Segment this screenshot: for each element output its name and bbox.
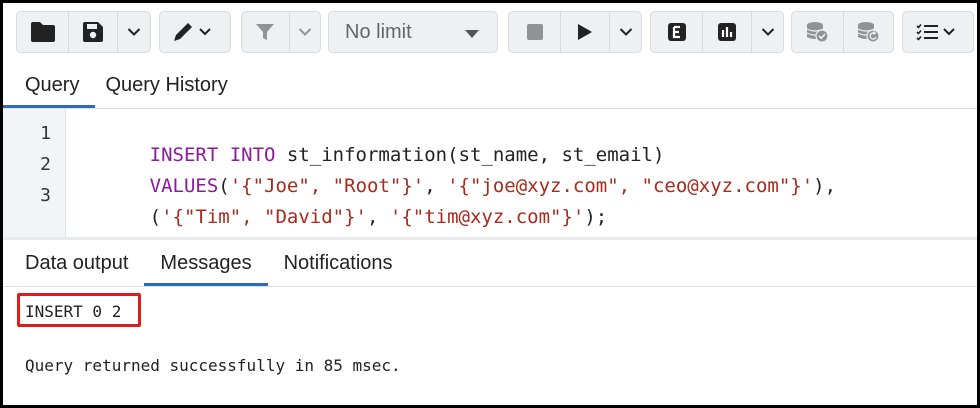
tab-query[interactable]: Query [3, 63, 96, 108]
filter-options-dropdown[interactable] [288, 12, 320, 52]
stop-button[interactable] [509, 12, 560, 52]
execute-button-group [508, 11, 642, 53]
open-file-button[interactable] [17, 12, 68, 52]
sql-string: '{"Tim", "David"}' [161, 206, 367, 228]
filter-button[interactable] [242, 12, 289, 52]
play-icon [578, 24, 593, 40]
explain-button[interactable] [651, 12, 702, 52]
sql-string: '{"tim@xyz.com"}' [389, 206, 585, 228]
chevron-down-icon [619, 28, 632, 36]
tab-query-history[interactable]: Query History [95, 63, 243, 108]
database-rollback-icon [858, 22, 881, 43]
execute-button[interactable] [560, 12, 609, 52]
chevron-down-icon [298, 28, 312, 36]
sql-editor[interactable]: 1 2 3 INSERT INTO st_information(st_name… [3, 109, 977, 237]
save-icon [83, 22, 104, 42]
sql-text: , [367, 206, 390, 228]
list-icon [916, 23, 955, 41]
save-button[interactable] [68, 12, 117, 52]
row-limit-value: No limit [345, 20, 412, 43]
bar-chart-icon [718, 23, 737, 41]
pencil-icon [174, 23, 211, 41]
tab-messages[interactable]: Messages [144, 240, 268, 286]
sql-text: ( [149, 206, 162, 228]
tab-notifications[interactable]: Notifications [268, 240, 409, 286]
chevron-down-icon [761, 28, 774, 36]
line-number: 3 [40, 185, 51, 206]
rollback-button[interactable] [842, 12, 893, 52]
filter-button-group [241, 11, 321, 53]
macros-button-group [902, 11, 974, 53]
query-tool-panel: No limit Query Query History 1 2 3 INSER… [3, 3, 977, 405]
chevron-down-icon [128, 28, 141, 36]
file-button-group [16, 11, 151, 53]
folder-icon [30, 22, 55, 42]
tab-data-output[interactable]: Data output [3, 240, 144, 286]
commit-button[interactable] [792, 12, 843, 52]
save-options-dropdown[interactable] [117, 12, 150, 52]
execute-options-dropdown[interactable] [609, 12, 641, 52]
stop-icon [526, 24, 543, 40]
line-number: 1 [40, 123, 51, 144]
messages-panel: INSERT 0 2 Query returned successfully i… [3, 287, 977, 405]
transaction-button-group [791, 11, 894, 53]
database-check-icon [807, 22, 830, 43]
status-message: Query returned successfully in 85 msec. [25, 356, 401, 375]
caret-down-icon [465, 30, 479, 38]
query-toolbar: No limit [3, 3, 977, 63]
edit-button-group [159, 11, 231, 53]
sql-text: ); [584, 206, 608, 228]
explain-button-group [650, 11, 784, 53]
sql-text: ), [813, 175, 837, 197]
result-message: INSERT 0 2 [25, 302, 122, 321]
explain-options-dropdown[interactable] [751, 12, 783, 52]
explain-analyze-button[interactable] [702, 12, 751, 52]
line-number: 2 [40, 154, 51, 175]
query-tabs: Query Query History [3, 63, 244, 108]
row-limit-select[interactable]: No limit [328, 11, 498, 53]
result-tabs: Data output Messages Notifications [3, 240, 409, 286]
macros-button[interactable] [903, 12, 973, 52]
explain-icon [667, 23, 686, 41]
line-number-gutter: 1 2 3 [3, 109, 66, 237]
edit-button[interactable] [160, 12, 230, 52]
filter-icon [256, 24, 275, 40]
